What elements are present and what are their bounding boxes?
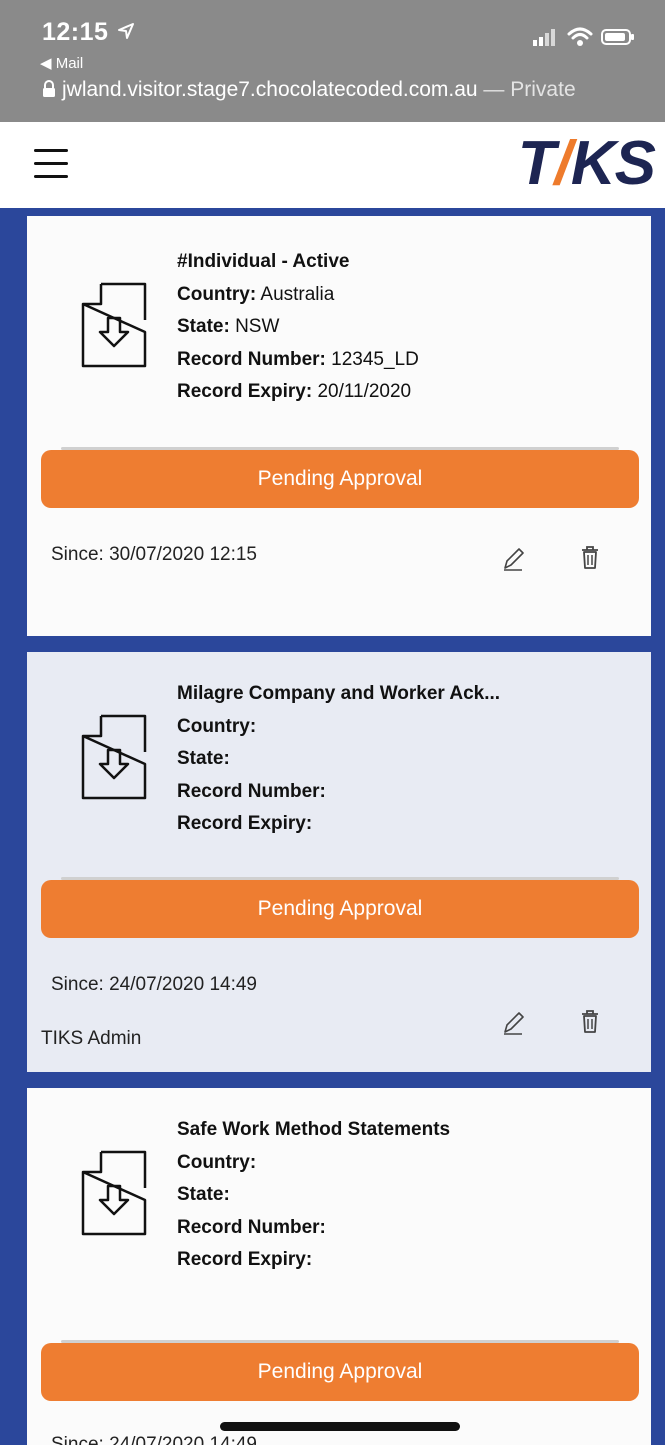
status-icons [533,27,635,47]
private-label: — Private [477,78,576,101]
record-state: NSW [235,316,280,337]
since-timestamp-partial: Since: 24/07/2020 14:49 [51,1434,258,1445]
record-number: 12345_LD [331,348,419,370]
location-arrow-icon [118,23,134,39]
url-text: jwland.visitor.stage7.chocolatecoded.com… [62,78,478,101]
record-expiry: 20/11/2020 [317,381,412,402]
battery-icon [601,29,634,45]
pencil-icon[interactable] [501,1010,527,1036]
browser-status-bar: 12:15 ◀ Mail jwland.visitor.stage7.choco… [0,0,665,122]
document-download-icon[interactable] [79,282,149,368]
home-indicator [220,1422,460,1431]
pending-approval-button[interactable]: Pending Approval [41,877,639,938]
record-owner: TIKS Admin [41,1028,142,1049]
wifi-icon [567,27,593,46]
tiks-logo: T/KS [517,129,656,198]
record-info: #Individual - Active Country: Australia … [177,246,419,409]
record-title: Safe Work Method Statements [177,1119,451,1140]
record-info: Milagre Company and Worker Ack... Countr… [177,678,500,841]
pencil-icon[interactable] [501,546,527,572]
record-country: Australia [260,283,335,305]
address-bar[interactable]: jwland.visitor.stage7.chocolatecoded.com… [42,78,576,102]
since-timestamp: Since: 24/07/2020 14:49 [51,974,258,995]
record-card: Safe Work Method Statements Country: Sta… [27,1088,651,1445]
document-download-icon[interactable] [79,714,149,800]
app-header: T/KS [0,122,665,208]
document-download-icon[interactable] [79,1150,149,1236]
clock: 12:15 [42,18,109,46]
since-timestamp: Since: 30/07/2020 12:15 [51,544,258,565]
record-card: #Individual - Active Country: Australia … [27,216,651,636]
record-title: #Individual - Active [177,251,350,272]
lock-icon [43,80,55,97]
signal-icon [533,29,555,46]
back-to-mail-link[interactable]: ◀ Mail [40,54,83,72]
record-title: Milagre Company and Worker Ack... [177,683,501,704]
pending-approval-button[interactable]: Pending Approval [41,1340,639,1401]
trash-icon[interactable] [577,544,603,570]
record-info: Safe Work Method Statements Country: Sta… [177,1114,450,1277]
record-card: Milagre Company and Worker Ack... Countr… [27,652,651,1072]
trash-icon[interactable] [577,1008,603,1034]
pending-approval-button[interactable]: Pending Approval [41,447,639,508]
hamburger-icon[interactable] [34,149,68,179]
